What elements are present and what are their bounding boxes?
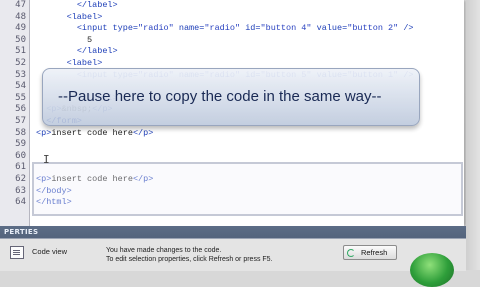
status-message-line2: To edit selection properties, click Refr… (106, 256, 273, 263)
code-token: 5 (36, 34, 93, 45)
code-view-icon (10, 246, 24, 259)
code-token: </p> (132, 127, 154, 138)
code-token: "button 2" (347, 23, 404, 34)
highlight-box (32, 162, 463, 216)
overlay-text: --Pause here to copy the code in the sam… (58, 88, 382, 105)
line-number: 58 (15, 127, 26, 138)
code-view-label: Code view (32, 247, 68, 256)
line-number: 60 (15, 150, 26, 161)
line-number: 62 (15, 174, 26, 184)
code-token: <input (76, 23, 113, 34)
line-number: 50 (15, 34, 26, 45)
code-token: <p> (36, 127, 52, 138)
window-edge (466, 0, 480, 270)
line-number: 63 (15, 185, 26, 196)
line-number: 48 (15, 11, 26, 22)
line-number: 59 (15, 139, 26, 150)
code-line[interactable]: <label> (36, 11, 103, 23)
code-line[interactable]: <p>insert code here</p> (36, 128, 153, 139)
code-line[interactable]: </label> (36, 0, 118, 11)
line-number-gutter: 47 48 49 50 51 52 53 54 55 56 57 58 59 60 61 62 63 64 (0, 0, 30, 226)
code-token: </label> (76, 46, 118, 57)
code-line[interactable]: 5 (36, 35, 92, 46)
code-line[interactable]: </label> (36, 46, 118, 57)
line-number: 54 (15, 81, 26, 92)
code-token: </label> (76, 0, 118, 10)
code-token: /> (403, 23, 414, 34)
line-number: 57 (15, 116, 26, 126)
properties-panel-title: PERTIES (4, 228, 39, 236)
green-orb-icon (410, 253, 454, 287)
code-token: <label> (66, 11, 103, 22)
code-token: "radio" (204, 23, 246, 34)
line-number: 49 (15, 23, 26, 34)
code-token: "radio" (138, 23, 179, 34)
code-token: type= (112, 23, 139, 34)
code-token: "button 4" (260, 23, 317, 34)
refresh-icon (347, 249, 355, 257)
screen: 47 48 49 50 51 52 53 54 55 56 57 58 59 60 61 62 63 64 </l… (0, 0, 480, 287)
refresh-button-label: Refresh (361, 248, 388, 257)
line-number: 51 (15, 46, 26, 57)
code-token: name= (178, 23, 205, 34)
line-number: 47 (15, 0, 26, 10)
code-token: insert code here (51, 127, 133, 138)
line-number: 64 (15, 197, 26, 208)
status-message-line1: You have made changes to the code. (106, 247, 222, 254)
text-cursor-icon: I (43, 153, 50, 166)
line-number: 52 (15, 58, 26, 68)
line-number: 55 (15, 92, 26, 103)
refresh-button[interactable]: Refresh (343, 245, 397, 260)
line-number: 56 (15, 104, 26, 115)
line-number: 53 (15, 69, 26, 80)
line-number: 61 (15, 162, 26, 173)
code-token: value= (316, 23, 348, 34)
code-line[interactable]: <input type="radio" name="radio" id="but… (36, 23, 414, 34)
code-token: <label> (66, 58, 103, 68)
code-token: id= (245, 23, 261, 34)
